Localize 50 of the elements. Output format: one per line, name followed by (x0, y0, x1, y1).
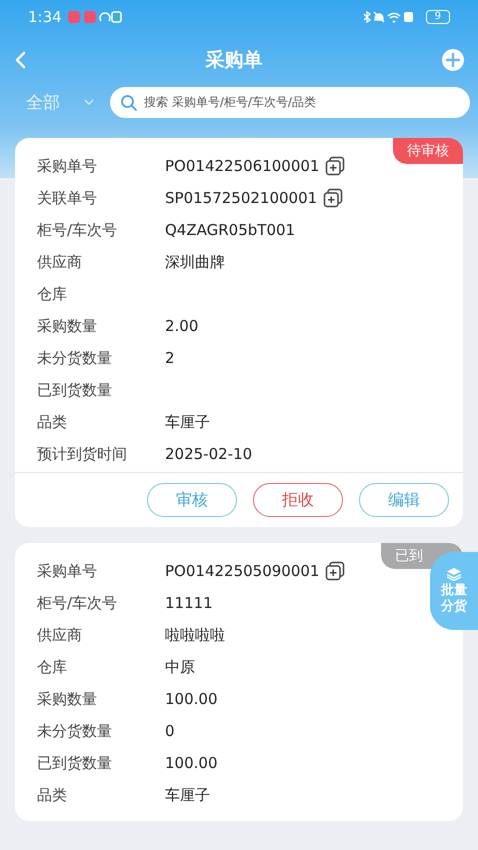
copy-icon[interactable] (325, 561, 346, 581)
field-label: 柜号/车次号 (37, 220, 118, 240)
field-value: 2.00 (165, 317, 198, 335)
field-value: 100.00 (165, 754, 218, 772)
batch-distribute-button[interactable]: 批量分货 (430, 552, 478, 630)
action-button[interactable]: 编辑 (359, 483, 449, 517)
notification-icons (68, 11, 122, 23)
field-label: 已到货数量 (37, 380, 113, 400)
action-button[interactable]: 拒收 (253, 483, 343, 517)
field-label: 采购数量 (37, 316, 98, 336)
field-label: 未分货数量 (37, 722, 113, 740)
field-label: 供应商 (37, 252, 83, 272)
field-label: 预计到货时间 (37, 444, 128, 464)
filter-dropdown[interactable]: 全部 (26, 90, 94, 114)
field-label: 未分货数量 (37, 348, 113, 368)
field-label: 品类 (37, 412, 68, 432)
field-label: 仓库 (37, 658, 68, 676)
field-label: 采购单号 (37, 562, 98, 580)
layers-icon (446, 567, 462, 582)
status-time: 1:34 (28, 8, 62, 26)
field-value: 车厘子 (165, 786, 210, 804)
copy-icon[interactable] (323, 188, 344, 208)
chevron-down-icon (84, 99, 94, 105)
status-badge: 待审核 (393, 138, 463, 164)
page-title: 采购单 (206, 48, 262, 73)
field-label: 采购数量 (37, 690, 98, 708)
field-label: 已到货数量 (37, 754, 113, 772)
field-value: SP01572502100001 (165, 189, 318, 207)
field-value: 11111 (165, 594, 213, 612)
field-value: 车厘子 (165, 412, 210, 432)
field-value: 啦啦啦啦 (165, 626, 225, 644)
battery-indicator: 9 (426, 10, 450, 24)
field-value: PO01422506100001 (165, 157, 320, 175)
field-value: PO01422505090001 (165, 562, 320, 580)
field-value: 中原 (165, 658, 195, 676)
field-value: 2025-02-10 (165, 445, 252, 463)
field-label: 柜号/车次号 (37, 594, 118, 612)
field-label: 采购单号 (37, 156, 98, 176)
field-value: 0 (165, 722, 175, 740)
field-value: 深圳曲牌 (165, 252, 225, 272)
field-value: Q4ZAGR05bT001 (165, 221, 296, 239)
action-button[interactable]: 审核 (147, 483, 237, 517)
field-label: 关联单号 (37, 188, 98, 208)
field-label: 品类 (37, 786, 68, 804)
field-value: 100.00 (165, 690, 218, 708)
copy-icon[interactable] (325, 156, 346, 176)
field-label: 供应商 (37, 626, 83, 644)
search-field[interactable]: 搜索 采购单号/柜号/车次号/品类 (110, 86, 470, 118)
field-value: 2 (165, 349, 175, 367)
field-label: 仓库 (37, 284, 68, 304)
